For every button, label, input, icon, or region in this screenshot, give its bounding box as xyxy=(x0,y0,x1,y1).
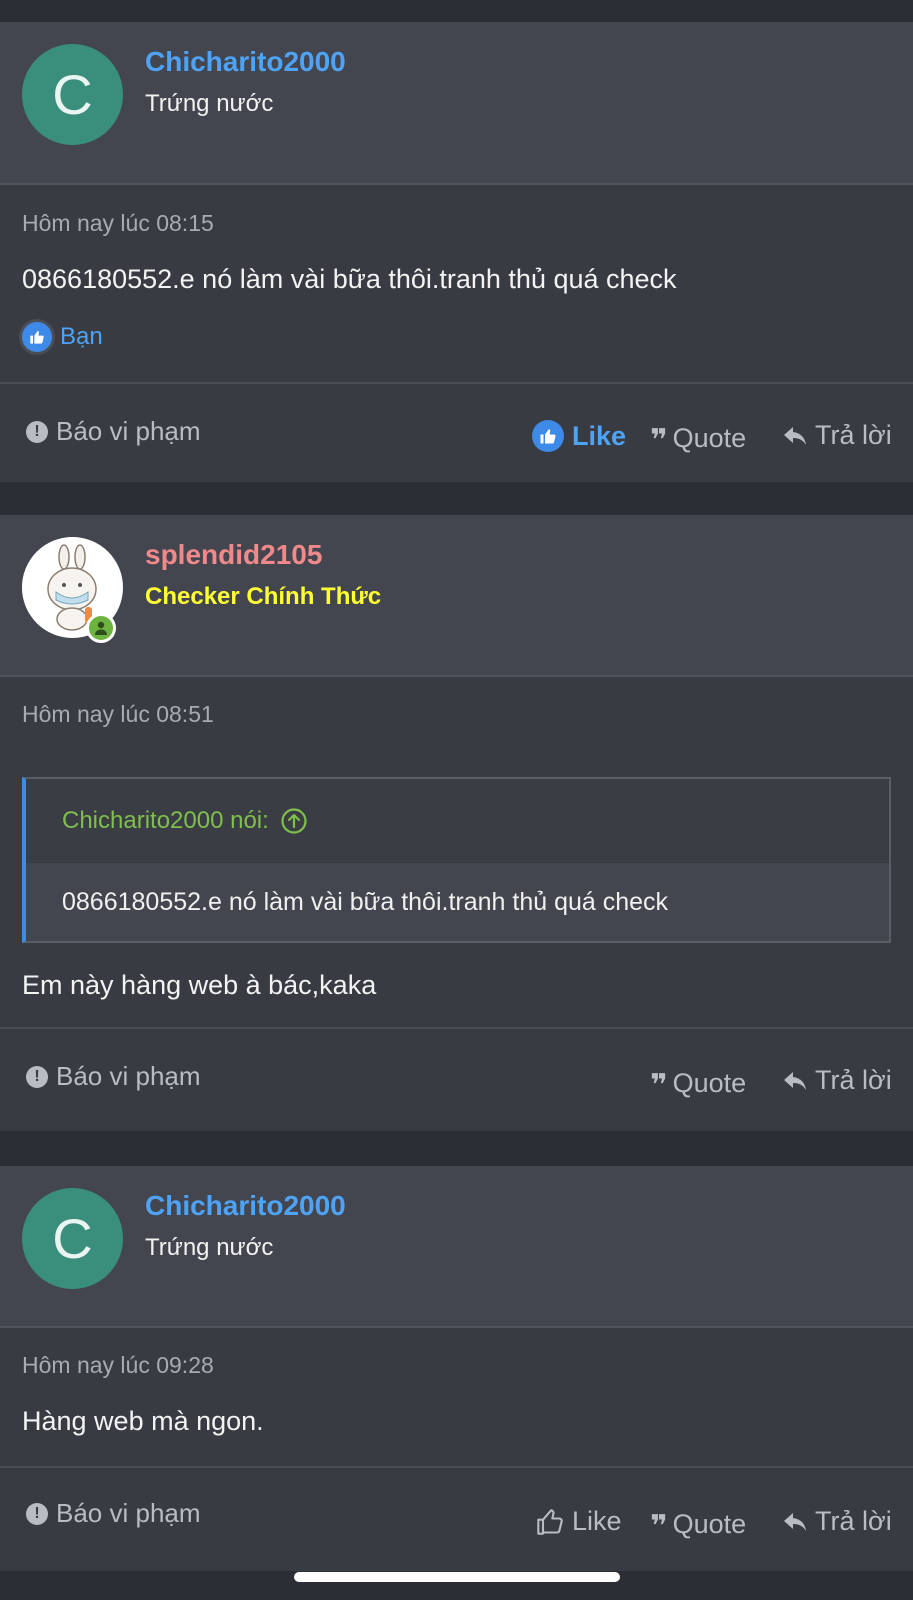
quote-button[interactable]: ❞ Quote xyxy=(650,1065,746,1101)
post-footer: ! Báo vi phạm Like ❞ Quote Trả lời xyxy=(0,382,913,482)
like-button[interactable]: Like xyxy=(536,1506,622,1537)
quote-author: Chicharito2000 nói: xyxy=(62,807,269,834)
thumbs-up-icon xyxy=(22,322,52,352)
avatar[interactable]: C xyxy=(22,1188,123,1289)
quote-label: Quote xyxy=(672,1067,747,1098)
reply-arrow-icon xyxy=(784,1512,806,1531)
reply-button[interactable]: Trả lời xyxy=(783,1506,892,1537)
post-3: C Chicharito2000 Trứng nước Hôm nay lúc … xyxy=(0,1166,913,1571)
report-button[interactable]: ! Báo vi phạm xyxy=(26,1061,201,1092)
report-button[interactable]: ! Báo vi phạm xyxy=(26,1498,201,1529)
report-label: Báo vi phạm xyxy=(56,1061,201,1091)
quote-label: Quote xyxy=(672,1508,747,1539)
reaction-summary[interactable]: Bạn xyxy=(22,322,103,352)
quote-button[interactable]: ❞ Quote xyxy=(650,420,746,456)
reply-label: Trả lời xyxy=(815,1065,892,1095)
post-message: Em này hàng web à bác,kaka xyxy=(22,970,377,1000)
top-strip xyxy=(0,0,913,22)
user-title: Trứng nước xyxy=(145,1234,274,1261)
report-label: Báo vi phạm xyxy=(56,416,201,446)
user-online-icon xyxy=(86,613,116,643)
home-indicator[interactable] xyxy=(294,1572,620,1582)
user-title: Checker Chính Thức xyxy=(145,583,382,610)
username[interactable]: splendid2105 xyxy=(145,539,322,571)
post-timestamp[interactable]: Hôm nay lúc 08:51 xyxy=(22,701,214,728)
thumbs-up-icon xyxy=(537,1508,563,1535)
post-1: C Chicharito2000 Trứng nước Hôm nay lúc … xyxy=(0,22,913,482)
post-timestamp[interactable]: Hôm nay lúc 09:28 xyxy=(22,1352,214,1379)
post-message: 0866180552.e nó làm vài bữa thôi.tranh t… xyxy=(22,264,677,294)
reply-label: Trả lời xyxy=(815,420,892,450)
post-footer: ! Báo vi phạm Like ❞ Quote Trả lời xyxy=(0,1466,913,1571)
quote-icon: ❞ xyxy=(650,1069,668,1102)
exclamation-circle-icon: ! xyxy=(26,420,48,443)
quote-label: Quote xyxy=(672,422,747,453)
exclamation-circle-icon: ! xyxy=(26,1065,48,1088)
post-timestamp[interactable]: Hôm nay lúc 08:15 xyxy=(22,210,214,237)
quote-header[interactable]: Chicharito2000 nói: xyxy=(26,779,889,863)
quote-icon: ❞ xyxy=(650,424,668,457)
quote-icon: ❞ xyxy=(650,1510,668,1543)
reply-label: Trả lời xyxy=(815,1506,892,1536)
reply-button[interactable]: Trả lời xyxy=(783,420,892,451)
post-header: C Chicharito2000 Trứng nước xyxy=(0,1166,913,1328)
post-footer: ! Báo vi phạm ❞ Quote Trả lời xyxy=(0,1027,913,1131)
username[interactable]: Chicharito2000 xyxy=(145,1190,346,1222)
quote-button[interactable]: ❞ Quote xyxy=(650,1506,746,1542)
report-button[interactable]: ! Báo vi phạm xyxy=(26,416,201,447)
quote-body: 0866180552.e nó làm vài bữa thôi.tranh t… xyxy=(26,863,889,941)
arrow-up-circle-icon[interactable] xyxy=(281,808,307,834)
reaction-label[interactable]: Bạn xyxy=(60,323,103,351)
thumbs-up-icon xyxy=(532,420,564,452)
reply-button[interactable]: Trả lời xyxy=(783,1065,892,1096)
post-header: splendid2105 Checker Chính Thức xyxy=(0,515,913,677)
report-label: Báo vi phạm xyxy=(56,1498,201,1528)
avatar[interactable]: C xyxy=(22,44,123,145)
avatar[interactable] xyxy=(22,537,123,643)
post-message: Hàng web mà ngon. xyxy=(22,1406,264,1436)
reply-arrow-icon xyxy=(784,1071,806,1090)
like-label: Like xyxy=(572,1506,622,1536)
like-button[interactable]: Like xyxy=(532,420,626,452)
reply-arrow-icon xyxy=(784,426,806,445)
post-2: splendid2105 Checker Chính Thức Hôm nay … xyxy=(0,515,913,1131)
post-header: C Chicharito2000 Trứng nước xyxy=(0,22,913,185)
user-title: Trứng nước xyxy=(145,90,274,117)
quote-block: Chicharito2000 nói: 0866180552.e nó làm … xyxy=(22,777,891,943)
exclamation-circle-icon: ! xyxy=(26,1502,48,1525)
username[interactable]: Chicharito2000 xyxy=(145,46,346,78)
like-label: Like xyxy=(572,420,627,451)
